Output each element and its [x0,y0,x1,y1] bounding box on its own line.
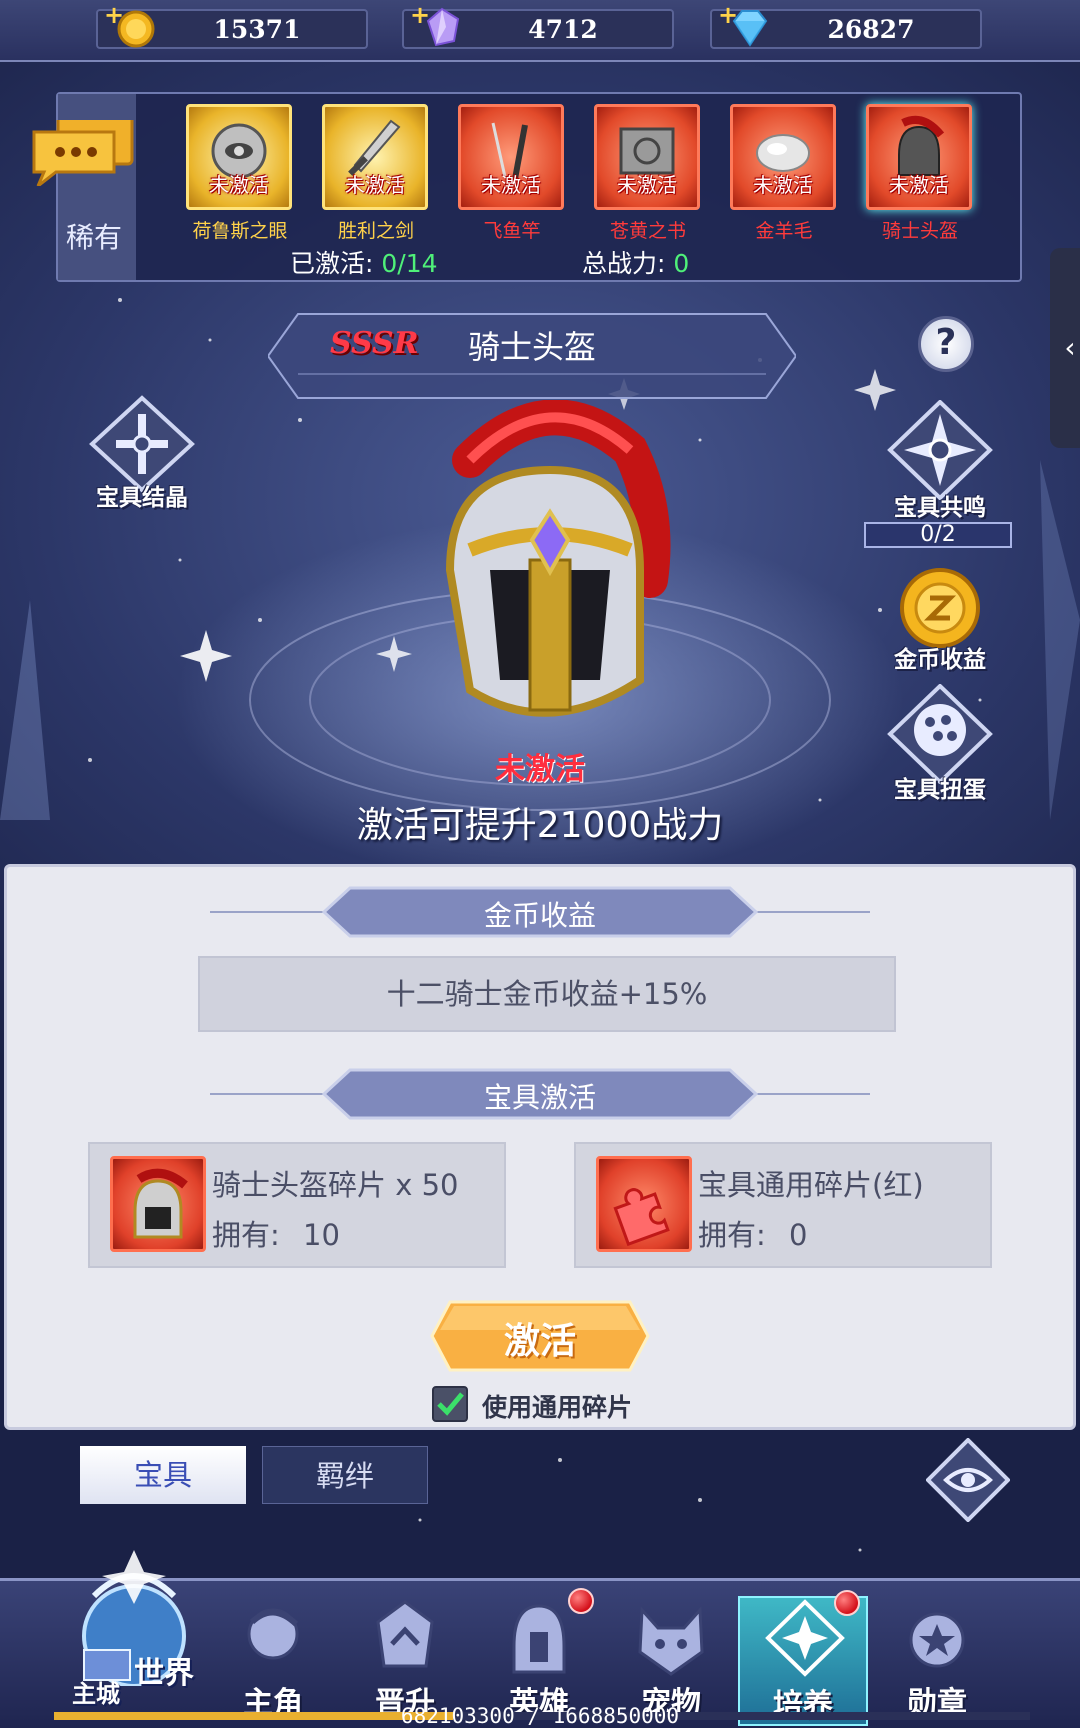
knight-helmet-icon [133,1168,188,1239]
coin-income-effect: 十二骑士金币收益+15% [198,956,896,1032]
resonance-count: 0/2 [864,522,1012,548]
slot-name: 苍黄之书 [609,220,686,242]
material-name: 骑士头盔碎片 x 50 [212,1168,459,1202]
activate-button[interactable]: 激活 [430,1300,650,1372]
owned-label: 拥有: [212,1218,280,1252]
currency-bar: + 15371 + 4712 + 26827 [0,0,1080,62]
diamond-value: 26827 [827,15,915,44]
activated-count: 已激活: 0/14 [290,244,438,280]
chat-bubble-icon[interactable] [30,120,134,186]
material-helmet-fragment[interactable]: 骑士头盔碎片 x 50 拥有: 10 [88,1142,506,1268]
crystal-currency[interactable]: + 4712 [402,1,674,49]
view-toggle-eye-icon[interactable] [926,1438,1010,1522]
slot-name: 骑士头盔 [881,220,958,242]
pet-face-icon [638,1606,704,1676]
artifact-crystal-label: 宝具结晶 [96,485,188,511]
helmet-fragment-icon [110,1156,206,1252]
slot-book[interactable]: 未激活 [594,104,700,210]
activation-title: 宝具激活 [483,1081,596,1114]
purple-crystal-icon [426,7,460,47]
artifact-resonance-label: 宝具共鸣 [894,495,986,521]
gold-currency[interactable]: + 15371 [96,1,368,49]
knight-helmet-artwork [445,400,671,717]
notification-dot [834,1590,860,1616]
slot-name: 金羊毛 [755,220,813,242]
slot-name: 荷鲁斯之眼 [192,220,288,242]
star-compass-icon [887,399,993,501]
slot-name: 飞鱼竿 [483,220,541,242]
material-name: 宝具通用碎片(红) [698,1168,924,1202]
blue-diamond-icon [732,10,768,47]
tab-artifact[interactable]: 宝具 [80,1446,246,1504]
diamond-currency[interactable]: + 26827 [710,1,982,49]
crystal-value: 4712 [528,15,598,44]
common-fragment-icon [596,1156,692,1252]
slot-name: 胜利之剑 [337,220,414,242]
slot-status: 未激活 [617,173,677,197]
use-common-checkbox[interactable] [432,1386,468,1422]
total-power: 总战力: 0 [582,244,689,280]
slot-golden-fleece[interactable]: 未激活 [730,104,836,210]
slot-status: 未激活 [889,173,949,197]
coin-income-section-title: 金币收益 [210,886,870,938]
coin-income-button[interactable]: 金币收益 [880,566,1000,673]
slot-status: 未激活 [209,173,269,197]
activated-label: 已激活: [290,249,374,278]
activate-label: 激活 [503,1321,576,1362]
exp-progress-text: 682103300 / 1668850000 [400,1704,680,1728]
check-icon [437,1392,464,1416]
artifact-resonance-button[interactable]: 宝具共鸣 [880,399,1000,521]
world-button[interactable]: 世界 主城 [64,1546,204,1716]
protagonist-icon [247,1608,299,1660]
side-drawer-tab[interactable]: ‹ [1050,248,1080,448]
slot-fishing-rod[interactable]: 未激活 [458,104,564,210]
power-label: 总战力: [582,249,666,278]
slot-status: 未激活 [753,173,813,197]
activated-value: 0/14 [381,249,438,278]
material-owned: 拥有: 0 [698,1212,807,1254]
slot-status: 未激活 [345,173,405,197]
artifact-status: 未激活 [495,752,585,787]
artifact-crystal-button[interactable]: 宝具结晶 [82,394,202,514]
power-value: 0 [673,249,690,278]
grade-badge: SSSR [330,326,419,361]
owned-value: 0 [789,1218,808,1252]
material-owned: 拥有: 10 [212,1212,340,1254]
artifact-title-bar: SSSR 骑士头盔 [268,308,796,404]
puzzle-piece-icon [613,1188,670,1247]
world-label: 世界 [134,1656,194,1691]
owned-value: 10 [303,1218,340,1252]
slot-knight-helmet[interactable]: 未激活 [866,104,972,210]
coin-income-label: 金币收益 [894,647,986,673]
slot-horus-eye[interactable]: 未激活 [186,104,292,210]
artifact-name: 骑士头盔 [468,328,597,366]
material-common-fragment[interactable]: 宝具通用碎片(红) 拥有: 0 [574,1142,992,1268]
notification-dot [568,1588,594,1614]
medal-icon [909,1612,965,1668]
promotion-crest-icon [376,1600,434,1668]
slot-victory-sword[interactable]: 未激活 [322,104,428,210]
help-button[interactable]: ? [918,316,974,372]
owned-label: 拥有: [698,1218,766,1252]
rarity-label: 稀有 [66,221,123,254]
activation-section-title: 宝具激活 [210,1068,870,1120]
use-common-label[interactable]: 使用通用碎片 [482,1388,632,1424]
tab-bond[interactable]: 羁绊 [262,1446,428,1504]
gold-coin-icon [117,10,155,48]
gold-value: 15371 [213,15,301,44]
gold-coin-icon [900,568,980,648]
coin-income-title: 金币收益 [483,899,596,932]
slot-status: 未激活 [481,173,541,197]
activation-boost-text: 激活可提升21000战力 [356,805,724,846]
